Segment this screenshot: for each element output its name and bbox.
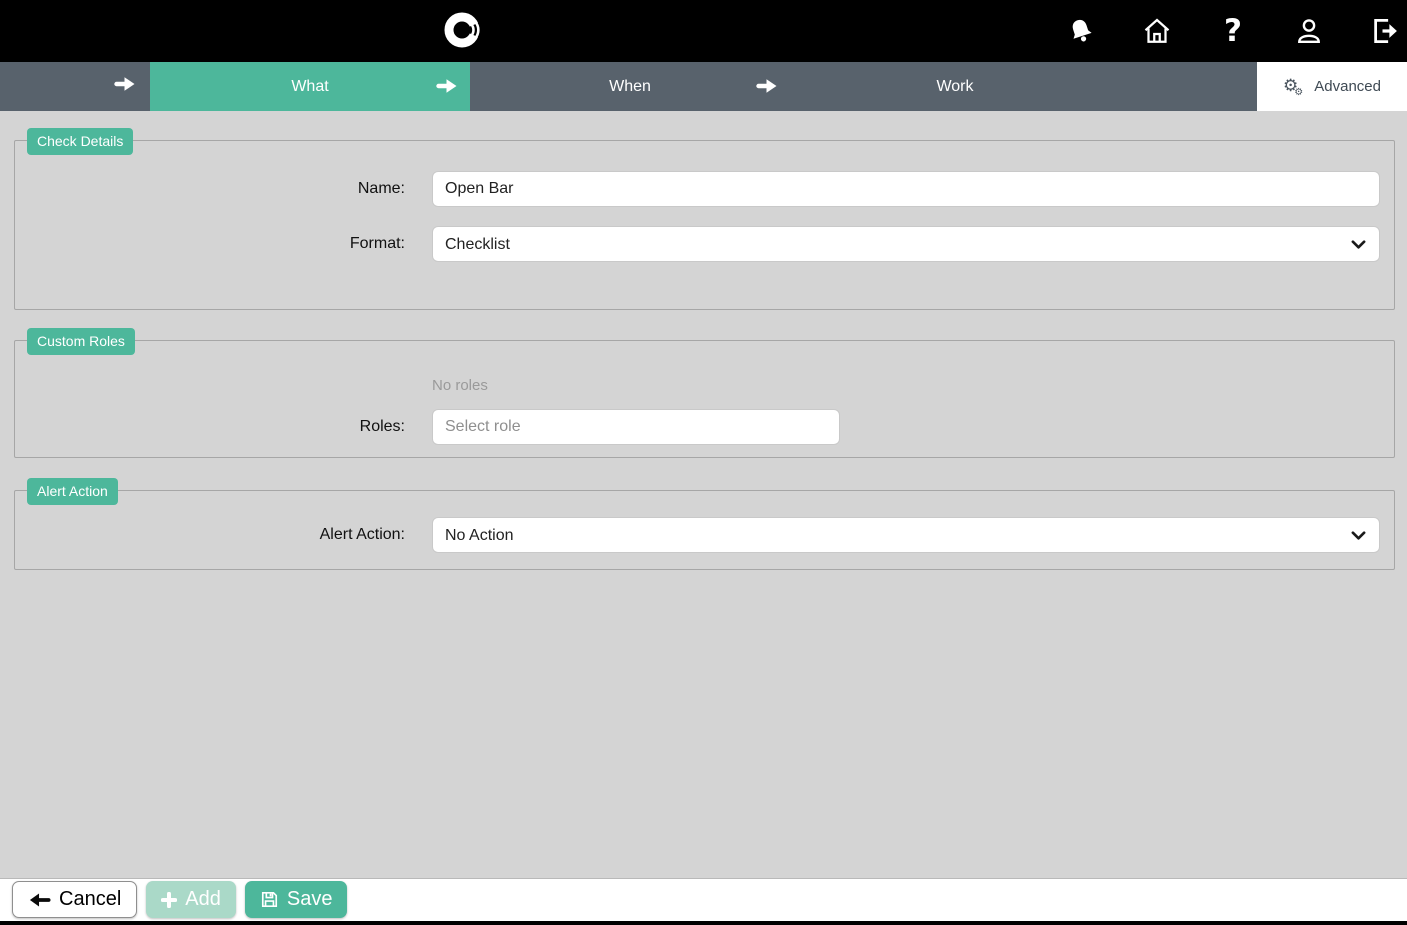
name-row: Name: (15, 171, 1394, 207)
notifications-bell-icon[interactable] (1065, 15, 1097, 47)
logout-icon[interactable] (1369, 15, 1401, 47)
save-button[interactable]: Save (245, 881, 348, 918)
question-mark-glyph: ? (1224, 16, 1242, 47)
top-bar: ? (0, 0, 1407, 62)
tab-when[interactable]: When (470, 62, 790, 111)
alert-action-select[interactable]: No Action (433, 518, 1379, 552)
arrow-right-icon (114, 76, 136, 97)
section-check-details: Check Details Name: Format: Checklist (14, 140, 1395, 310)
window-bottom-edge (0, 921, 1407, 925)
cancel-label: Cancel (59, 888, 121, 911)
format-select-wrap: Checklist (432, 226, 1380, 262)
alert-action-select-wrap: No Action (432, 517, 1380, 553)
form-content: Check Details Name: Format: Checklist (0, 111, 1407, 878)
section-custom-roles: Custom Roles No roles Roles: (14, 340, 1395, 458)
plus-icon (161, 892, 177, 908)
cancel-button[interactable]: Cancel (12, 881, 137, 918)
roles-label: Roles: (15, 409, 432, 445)
advanced-label: Advanced (1314, 78, 1381, 95)
cogs-icon: ⚙⚙ (1283, 78, 1307, 95)
section-alert-action: Alert Action Alert Action: No Action (14, 490, 1395, 570)
format-select[interactable]: Checklist (433, 227, 1379, 261)
step-label-what: What (291, 78, 328, 96)
arrow-left-icon (28, 892, 51, 908)
wizard-stepper: What When Work ⚙⚙ Advanced (0, 62, 1407, 111)
roles-row: Roles: (15, 409, 1394, 445)
add-button[interactable]: Add (146, 881, 236, 918)
help-icon[interactable]: ? (1217, 15, 1249, 47)
step-label-when: When (609, 78, 651, 96)
arrow-right-icon (756, 78, 778, 99)
alert-action-row: Alert Action: No Action (15, 517, 1394, 553)
custom-roles-legend: Custom Roles (27, 328, 135, 355)
format-row: Format: Checklist (15, 226, 1394, 262)
save-label: Save (287, 888, 333, 911)
name-label: Name: (15, 171, 432, 207)
alert-action-legend: Alert Action (27, 478, 118, 505)
add-label: Add (185, 888, 221, 911)
step-label-work: Work (936, 78, 973, 96)
check-details-legend: Check Details (27, 128, 133, 155)
tab-what[interactable]: What (150, 62, 470, 111)
user-account-icon[interactable] (1293, 15, 1325, 47)
tab-work[interactable]: Work (790, 62, 1120, 111)
roles-status-text: No roles (432, 377, 1394, 394)
roles-select-input[interactable] (432, 409, 840, 445)
footer-bar: Cancel Add Save (0, 878, 1407, 925)
arrow-right-icon (436, 78, 458, 99)
format-label: Format: (15, 226, 432, 262)
save-floppy-icon (260, 890, 279, 909)
home-icon[interactable] (1141, 15, 1173, 47)
alert-action-label: Alert Action: (15, 517, 432, 553)
brand-logo-icon[interactable] (441, 7, 487, 53)
name-input[interactable] (432, 171, 1380, 207)
stepper-filler (1120, 62, 1257, 111)
stepper-leading-segment (0, 62, 150, 111)
topbar-icon-group: ? (1065, 15, 1407, 47)
app-window: ? What (0, 0, 1407, 111)
advanced-button[interactable]: ⚙⚙ Advanced (1257, 62, 1407, 111)
